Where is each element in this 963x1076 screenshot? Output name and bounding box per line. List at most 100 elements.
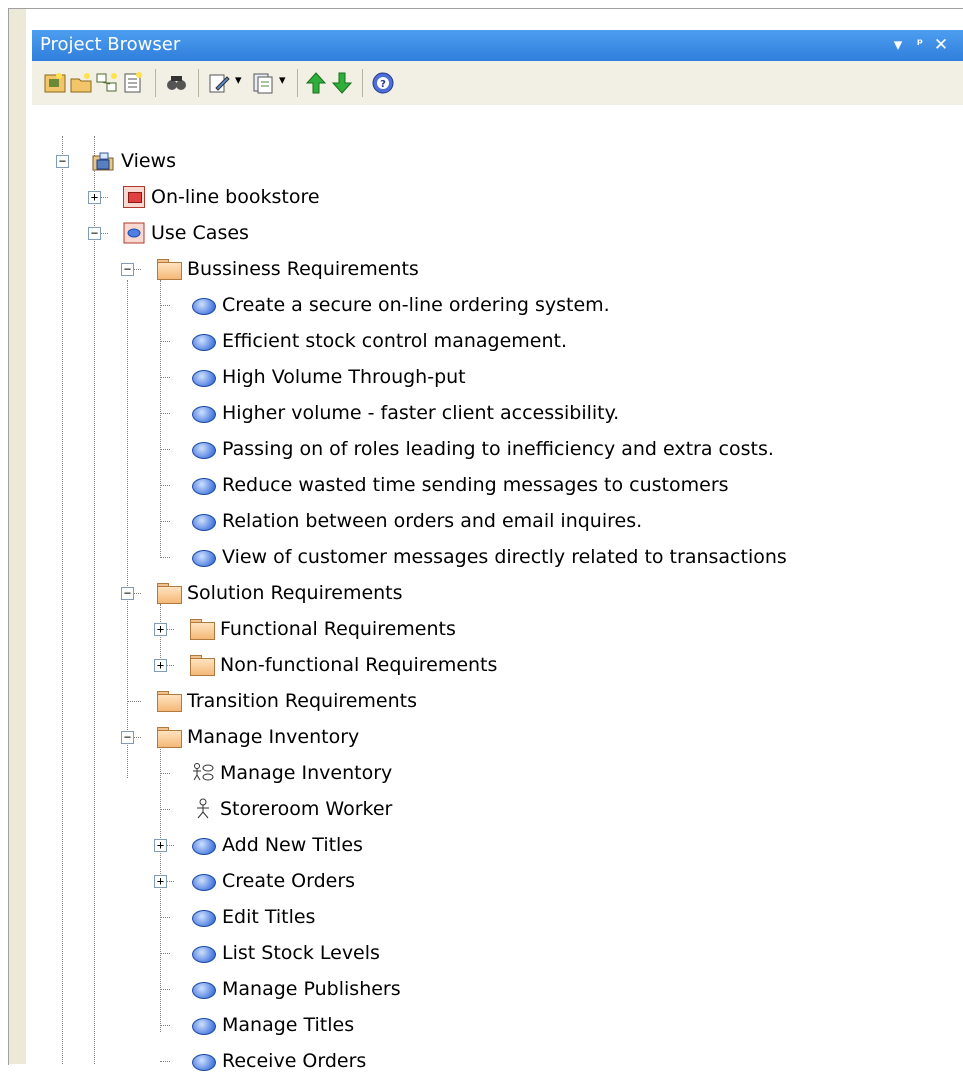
tree-node-label: Create Orders [222, 870, 356, 892]
project-tree: − + − − − + + − + + Views On-line bookst… [32, 105, 963, 1072]
expander-functional-requirements[interactable]: + [154, 623, 167, 636]
expander-use-cases[interactable]: − [88, 227, 101, 240]
usecase-icon [192, 1054, 216, 1071]
tree-node-transition-requirements[interactable]: Transition Requirements [157, 686, 417, 716]
tree-node-views[interactable]: Views [91, 146, 176, 176]
tree-node-usecase[interactable]: Add New Titles [192, 830, 363, 860]
panel-titlebar[interactable]: Project Browser ▾ ᵖ ✕ [32, 30, 963, 61]
tree-node-label: Functional Requirements [220, 618, 456, 640]
expander-manage-inventory[interactable]: − [121, 731, 134, 744]
tree-node-online-bookstore[interactable]: On-line bookstore [123, 182, 320, 212]
project-browser-panel: Project Browser ▾ ᵖ ✕ ▾ ▾ ? − + − − − + … [32, 30, 963, 1072]
help-icon[interactable]: ? [371, 71, 395, 95]
find-in-project-icon[interactable] [164, 71, 188, 95]
usecase-icon [192, 550, 216, 567]
tree-node-label: Non-functional Requirements [220, 654, 498, 676]
tree-node-use-cases[interactable]: Use Cases [123, 218, 249, 248]
tree-node-nonfunctional-requirements[interactable]: Non-functional Requirements [190, 650, 497, 680]
document-options-icon[interactable] [251, 71, 275, 95]
tree-node-manage-inventory-diagram[interactable]: Manage Inventory [192, 758, 392, 788]
package-icon [123, 186, 145, 208]
pin-icon[interactable]: ᵖ [909, 33, 931, 57]
tree-node-label: Efficient stock control management. [222, 330, 567, 352]
tree-node-usecase[interactable]: Manage Titles [192, 1010, 354, 1040]
svg-text:?: ? [380, 79, 386, 90]
expander-solution-requirements[interactable]: − [121, 587, 134, 600]
new-element-icon[interactable] [121, 71, 145, 95]
new-diagram-icon[interactable] [95, 71, 119, 95]
tree-node-label: Transition Requirements [187, 690, 418, 712]
folder-icon [157, 727, 182, 748]
properties-dropdown-icon[interactable]: ▾ [235, 73, 242, 88]
tree-node-storeroom-worker[interactable]: Storeroom Worker [192, 794, 392, 824]
usecase-icon [192, 334, 216, 351]
document-options-dropdown-icon[interactable]: ▾ [279, 73, 286, 88]
panel-title: Project Browser [40, 34, 181, 55]
usecase-icon [192, 874, 216, 891]
tree-node-usecase[interactable]: Passing on of roles leading to inefficie… [192, 434, 774, 464]
tree-node-usecase[interactable]: Edit Titles [192, 902, 315, 932]
folder-icon [190, 619, 215, 640]
usecase-icon [192, 1018, 216, 1035]
tree-node-label: Storeroom Worker [220, 798, 393, 820]
tree-node-usecase[interactable]: Create a secure on-line ordering system. [192, 290, 610, 320]
tree-node-usecase[interactable]: List Stock Levels [192, 938, 380, 968]
tree-node-label: Manage Inventory [187, 726, 360, 748]
tree-node-label: High Volume Through-put [222, 366, 466, 388]
expander-create-orders[interactable]: + [154, 875, 167, 888]
tree-node-label: Edit Titles [222, 906, 316, 928]
folder-icon [157, 259, 182, 280]
views-root-icon [92, 152, 114, 171]
usecase-icon [192, 910, 216, 927]
tree-node-usecase[interactable]: Receive Orders [192, 1046, 366, 1076]
tree-node-label: List Stock Levels [222, 942, 380, 964]
folder-icon [157, 691, 182, 712]
tree-node-label: Higher volume - faster client accessibil… [222, 402, 620, 424]
properties-icon[interactable] [207, 71, 231, 95]
tree-node-usecase[interactable]: Higher volume - faster client accessibil… [192, 398, 619, 428]
move-down-icon[interactable] [330, 71, 354, 95]
new-model-package-icon[interactable] [43, 71, 67, 95]
tree-node-label: View of customer messages directly relat… [222, 546, 787, 568]
tree-node-label: Reduce wasted time sending messages to c… [222, 474, 729, 496]
tree-node-label: Create a secure on-line ordering system. [222, 294, 610, 316]
tree-node-label: Solution Requirements [187, 582, 403, 604]
tree-node-usecase[interactable]: Relation between orders and email inquir… [192, 506, 642, 536]
tree-node-bussiness-requirements[interactable]: Bussiness Requirements [157, 254, 419, 284]
actor-icon [197, 798, 209, 819]
tree-node-label: Passing on of roles leading to inefficie… [222, 438, 774, 460]
close-icon[interactable]: ✕ [930, 33, 952, 57]
usecase-icon [192, 514, 216, 531]
usecase-icon [192, 946, 216, 963]
expander-bussiness-requirements[interactable]: − [121, 263, 134, 276]
usecase-icon [192, 298, 216, 315]
expander-views[interactable]: − [56, 155, 69, 168]
usecase-icon [192, 478, 216, 495]
tree-node-label: Bussiness Requirements [187, 258, 419, 280]
tree-node-usecase[interactable]: High Volume Through-put [192, 362, 466, 392]
tree-node-label: Manage Publishers [222, 978, 401, 1000]
tree-node-usecase[interactable]: Manage Publishers [192, 974, 401, 1004]
tree-node-solution-requirements[interactable]: Solution Requirements [157, 578, 403, 608]
tree-node-usecase[interactable]: Reduce wasted time sending messages to c… [192, 470, 729, 500]
tree-node-label: Manage Titles [222, 1014, 355, 1036]
folder-icon [157, 583, 182, 604]
tree-node-usecase[interactable]: Create Orders [192, 866, 355, 896]
window-left-strip [9, 9, 26, 1064]
expander-online-bookstore[interactable]: + [88, 191, 101, 204]
tree-node-manage-inventory-folder[interactable]: Manage Inventory [157, 722, 359, 752]
expander-add-new-titles[interactable]: + [154, 839, 167, 852]
tree-node-usecase[interactable]: Efficient stock control management. [192, 326, 567, 356]
move-up-icon[interactable] [304, 71, 328, 95]
tree-node-usecase[interactable]: View of customer messages directly relat… [192, 542, 787, 572]
tree-node-label: Manage Inventory [220, 762, 393, 784]
tree-node-label: Use Cases [151, 222, 249, 244]
tree-node-functional-requirements[interactable]: Functional Requirements [190, 614, 456, 644]
dropdown-arrow-icon[interactable]: ▾ [887, 33, 909, 57]
tree-node-label: On-line bookstore [151, 186, 320, 208]
new-view-icon[interactable] [69, 71, 93, 95]
folder-icon [190, 655, 215, 676]
usecase-icon [192, 406, 216, 423]
usecase-icon [192, 442, 216, 459]
expander-nonfunctional-requirements[interactable]: + [154, 659, 167, 672]
